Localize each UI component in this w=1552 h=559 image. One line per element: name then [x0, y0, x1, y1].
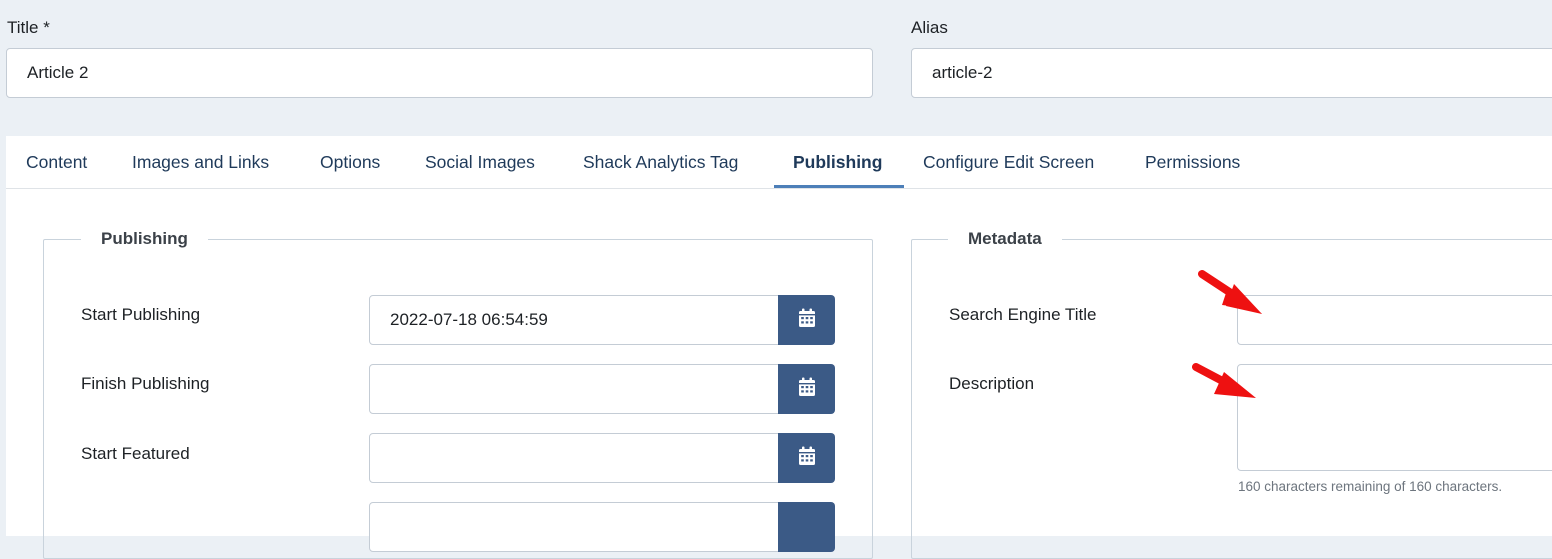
tab-images-and-links[interactable]: Images and Links	[132, 136, 269, 188]
tab-configure-edit-screen[interactable]: Configure Edit Screen	[923, 136, 1094, 188]
tab-publishing[interactable]: Publishing	[793, 136, 882, 188]
start-publishing-calendar-button[interactable]	[778, 295, 835, 345]
red-arrow-annotation-icon	[1198, 270, 1262, 314]
tab-permissions[interactable]: Permissions	[1145, 136, 1240, 188]
description-char-counter: 160 characters remaining of 160 characte…	[1238, 479, 1503, 494]
description-label: Description	[949, 374, 1035, 393]
publishing-fieldset: Publishing Start Publishing 2022-07-18 0…	[43, 229, 873, 559]
tab-social-images[interactable]: Social Images	[425, 136, 535, 188]
finish-featured-input[interactable]	[369, 502, 779, 552]
start-featured-label: Start Featured	[81, 444, 190, 463]
tab-shack-analytics-tag[interactable]: Shack Analytics Tag	[583, 136, 738, 188]
start-publishing-label: Start Publishing	[81, 305, 201, 324]
tab-options[interactable]: Options	[320, 136, 380, 188]
calendar-icon	[798, 446, 816, 471]
description-textarea[interactable]	[1237, 364, 1552, 471]
finish-publishing-label: Finish Publishing	[81, 374, 210, 393]
edit-panel: Content Images and Links Options Social …	[6, 136, 1552, 559]
alias-input[interactable]: article-2	[911, 48, 1552, 98]
active-tab-indicator	[774, 185, 904, 188]
tab-content[interactable]: Content	[26, 136, 87, 188]
tab-bar: Content Images and Links Options Social …	[6, 136, 1552, 189]
finish-featured-calendar-button[interactable]	[778, 502, 835, 552]
calendar-icon	[798, 377, 816, 402]
metadata-legend: Metadata	[948, 229, 1062, 249]
start-featured-calendar-button[interactable]	[778, 433, 835, 483]
search-engine-title-input[interactable]	[1237, 295, 1552, 345]
calendar-icon	[798, 308, 816, 333]
finish-publishing-calendar-button[interactable]	[778, 364, 835, 414]
start-featured-input[interactable]	[369, 433, 779, 483]
title-input[interactable]: Article 2	[6, 48, 873, 98]
start-publishing-input[interactable]: 2022-07-18 06:54:59	[369, 295, 779, 345]
red-arrow-annotation-icon	[1192, 363, 1256, 398]
publishing-legend: Publishing	[81, 229, 208, 249]
search-engine-title-label: Search Engine Title	[949, 305, 1097, 324]
alias-label: Alias	[911, 18, 948, 37]
title-label: Title *	[7, 18, 50, 37]
finish-publishing-input[interactable]	[369, 364, 779, 414]
